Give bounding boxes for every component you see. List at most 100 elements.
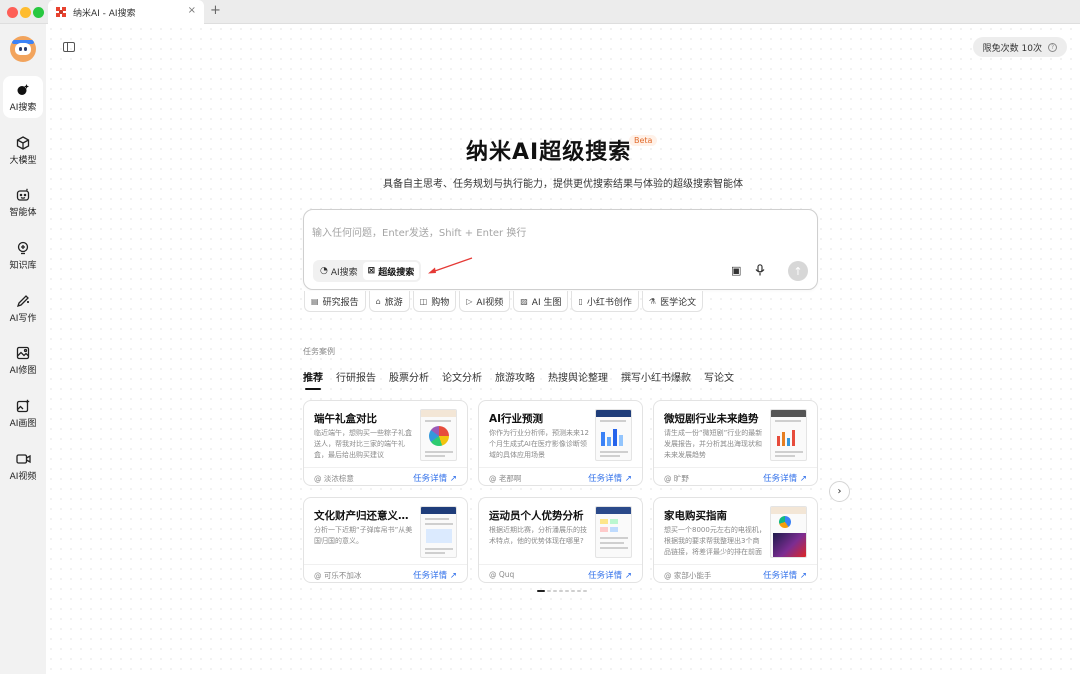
bulb-icon <box>15 240 31 256</box>
bag-icon: ◫ <box>419 296 428 306</box>
card-author: @ 家部小能手 <box>664 571 712 580</box>
sidebar-item-ai-retouch[interactable]: AI修图 <box>3 339 43 381</box>
report-icon: ▤ <box>311 296 319 306</box>
sidebar-item-models[interactable]: 大模型 <box>3 129 43 171</box>
avatar[interactable] <box>10 36 36 62</box>
sidebar-item-label: AI修图 <box>9 365 37 376</box>
tab-title: 纳米AI - AI搜索 <box>73 8 136 19</box>
case-card[interactable]: 文化财产归还意义的分析 分析一下近期“子弹库帛书”从美国归国的意义。 @ 可乐不… <box>303 497 468 583</box>
page-dot[interactable] <box>565 590 569 592</box>
chip-medical-paper[interactable]: ⚗ 医学论文 <box>641 291 704 312</box>
sidebar-item-knowledge[interactable]: 知识库 <box>3 234 43 276</box>
search-sparkle-icon: ◔ <box>320 266 328 276</box>
case-card[interactable]: 家电购买指南 想买一个8000元左右的电视机，根据我的要求帮我整理出3个商品链接… <box>653 497 818 583</box>
card-title: 运动员个人优势分析 <box>489 510 584 522</box>
page-dot[interactable] <box>547 590 551 592</box>
chip-research-report[interactable]: ▤ 研究报告 <box>304 291 366 312</box>
sidebar-item-label: 智能体 <box>9 207 37 218</box>
carousel-pagination <box>537 590 589 592</box>
page-dot[interactable] <box>577 590 581 592</box>
image-plus-icon <box>15 398 31 414</box>
microphone-icon[interactable] <box>755 264 765 279</box>
card-title: 家电购买指南 <box>664 510 727 522</box>
card-thumbnail <box>420 409 457 461</box>
mode-ai-search[interactable]: ◔ AI搜索 <box>315 262 363 280</box>
zoom-window-button[interactable] <box>33 7 44 18</box>
nano-logo-icon <box>56 7 66 17</box>
sidebar-item-ai-search[interactable]: AI搜索 <box>3 76 43 118</box>
tab-close-icon[interactable]: × <box>188 5 196 16</box>
browser-tab[interactable]: 纳米AI - AI搜索 × <box>48 0 204 24</box>
main-panel: 限免次数 10次 ? 纳米AI超级搜索 Beta 具备自主思考、任务规划与执行能… <box>46 24 1080 674</box>
page-dot[interactable] <box>583 590 587 592</box>
search-input[interactable]: 输入任何问题，Enter发送，Shift + Enter 换行 <box>312 224 526 239</box>
minimize-window-button[interactable] <box>20 7 31 18</box>
video-icon <box>15 451 31 467</box>
search-box[interactable]: 输入任何问题，Enter发送，Shift + Enter 换行 ◔ AI搜索 ⊠… <box>303 209 818 290</box>
tab-stock-analysis[interactable]: 股票分析 <box>389 369 429 390</box>
sidebar-toggle-icon[interactable] <box>63 42 75 52</box>
carousel-next-button[interactable]: › <box>829 481 850 502</box>
task-detail-link[interactable]: 任务详情 ↗ <box>588 472 632 484</box>
task-detail-link[interactable]: 任务详情 ↗ <box>413 569 457 581</box>
search-sparkle-icon <box>15 82 31 98</box>
chip-shopping[interactable]: ◫ 购物 <box>412 291 457 312</box>
sidebar: AI搜索 大模型 智能体 知识库 AI写作 AI修图 AI画图 AI视频 <box>0 24 46 674</box>
sidebar-item-agents[interactable]: 智能体 <box>3 181 43 223</box>
sidebar-item-ai-drawing[interactable]: AI画图 <box>3 392 43 434</box>
chip-travel[interactable]: ⌂ 旅游 <box>368 291 410 312</box>
close-window-button[interactable] <box>7 7 18 18</box>
page-dot[interactable] <box>537 590 545 592</box>
chip-label: AI 生图 <box>531 297 562 308</box>
tab-xiaohongshu[interactable]: 撰写小红书爆款 <box>621 369 691 390</box>
card-thumbnail <box>770 506 807 558</box>
case-card[interactable]: 微短剧行业未来趋势 请生成一份“微短剧”行业的最新发展报告，并分析其出海现状和未… <box>653 400 818 486</box>
case-card[interactable]: 端午礼盒对比 临近端午，想购买一些粽子礼盒送人，帮我对比三家的端午礼盒，最后给出… <box>303 400 468 486</box>
tab-recommended[interactable]: 推荐 <box>303 369 323 390</box>
card-title: 端午礼盒对比 <box>314 413 377 425</box>
case-card[interactable]: AI行业预测 你作为行业分析师，预测未来12个月生成式AI在医疗影像诊断领域的具… <box>478 400 643 486</box>
sidebar-item-label: AI搜索 <box>9 102 37 113</box>
tab-write-paper[interactable]: 写论文 <box>704 369 734 390</box>
tab-paper-analysis[interactable]: 论文分析 <box>442 369 482 390</box>
task-detail-link[interactable]: 任务详情 ↗ <box>763 569 807 581</box>
image-upload-icon[interactable]: ▣ <box>731 264 741 277</box>
travel-icon: ⌂ <box>375 296 381 306</box>
search-mode-switch: ◔ AI搜索 ⊠ 超级搜索 <box>313 260 422 282</box>
page-subtitle: 具备自主思考、任务规划与执行能力，提供更优搜索结果与体验的超级搜索智能体 <box>383 179 743 190</box>
card-author: @ 可乐不加冰 <box>314 571 362 580</box>
sidebar-item-label: AI画图 <box>9 418 37 429</box>
mode-label: 超级搜索 <box>378 267 415 278</box>
page-dot[interactable] <box>559 590 563 592</box>
page-dot[interactable] <box>553 590 557 592</box>
quick-chips: ▤ 研究报告 ⌂ 旅游 ◫ 购物 ▷ AI视频 ▨ AI 生图 ▯ 小红书创作 ⚗ 医学论文 <box>304 291 706 312</box>
cube-icon <box>15 135 31 151</box>
chip-label: AI视频 <box>476 297 504 308</box>
sidebar-item-ai-writing[interactable]: AI写作 <box>3 287 43 329</box>
tab-industry-report[interactable]: 行研报告 <box>336 369 376 390</box>
cases-section-label: 任务案例 <box>303 347 335 356</box>
card-desc: 你作为行业分析师，预测未来12个月生成式AI在医疗影像诊断领域的具体应用场景 <box>489 429 589 459</box>
chip-ai-video[interactable]: ▷ AI视频 <box>459 291 511 312</box>
new-tab-button[interactable]: + <box>210 3 221 18</box>
sidebar-item-ai-video[interactable]: AI视频 <box>3 445 43 487</box>
send-button[interactable]: ↑ <box>788 261 808 281</box>
task-detail-link[interactable]: 任务详情 ↗ <box>413 472 457 484</box>
image-icon <box>15 345 31 361</box>
mode-super-search[interactable]: ⊠ 超级搜索 <box>362 262 420 280</box>
task-detail-link[interactable]: 任务详情 ↗ <box>588 569 632 581</box>
grid-icon: ⊠ <box>367 266 376 276</box>
task-detail-link[interactable]: 任务详情 ↗ <box>763 472 807 484</box>
case-card[interactable]: 运动员个人优势分析 根据近期比赛，分析潘展乐的技术特点，他的优势体现在哪里? @… <box>478 497 643 583</box>
tab-trending-opinion[interactable]: 热搜舆论整理 <box>548 369 608 390</box>
annotation-arrow <box>428 257 473 274</box>
quota-label: 限免次数 10次 <box>982 43 1042 54</box>
tab-travel-guide[interactable]: 旅游攻略 <box>495 369 535 390</box>
chip-ai-image[interactable]: ▨ AI 生图 <box>513 291 569 312</box>
help-icon[interactable]: ? <box>1048 42 1057 52</box>
quota-badge[interactable]: 限免次数 10次 ? <box>972 37 1067 57</box>
page-title: 纳米AI超级搜索 <box>466 140 632 165</box>
page-dot[interactable] <box>571 590 575 592</box>
chip-xiaohongshu[interactable]: ▯ 小红书创作 <box>571 291 639 312</box>
card-desc: 请生成一份“微短剧”行业的最新发展报告，并分析其出海现状和未来发展趋势 <box>664 429 763 459</box>
